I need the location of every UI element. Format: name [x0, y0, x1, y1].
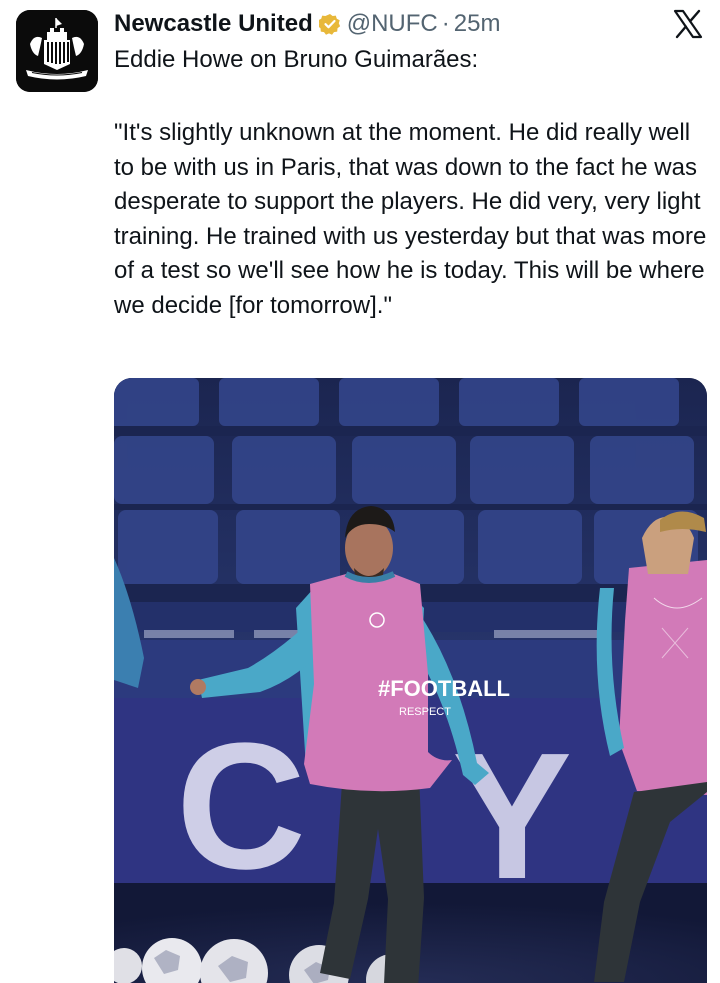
svg-text:C: C	[176, 706, 306, 907]
x-logo-icon[interactable]	[672, 8, 704, 40]
tweet-header: Newcastle United @NUFC · 25m	[114, 6, 660, 42]
tweet-media-photo[interactable]: C Y #FOOTBALL RESPECT	[114, 378, 707, 983]
account-name[interactable]: Newcastle United	[114, 10, 313, 38]
verified-badge-icon	[317, 13, 341, 35]
account-handle[interactable]: @NUFC	[347, 10, 438, 38]
bib-subtext: RESPECT	[399, 706, 451, 718]
timestamp[interactable]: 25m	[454, 10, 501, 38]
bib-text: #FOOTBALL	[378, 676, 510, 701]
tweet-headline: Eddie Howe on Bruno Guimarães:	[114, 46, 479, 73]
newcastle-crest-icon	[16, 10, 98, 92]
training-photo-icon: C Y #FOOTBALL RESPECT	[114, 378, 707, 983]
tweet-quote: "It's slightly unknown at the moment. He…	[114, 119, 707, 319]
separator-dot: ·	[441, 10, 450, 37]
avatar[interactable]	[16, 10, 98, 92]
